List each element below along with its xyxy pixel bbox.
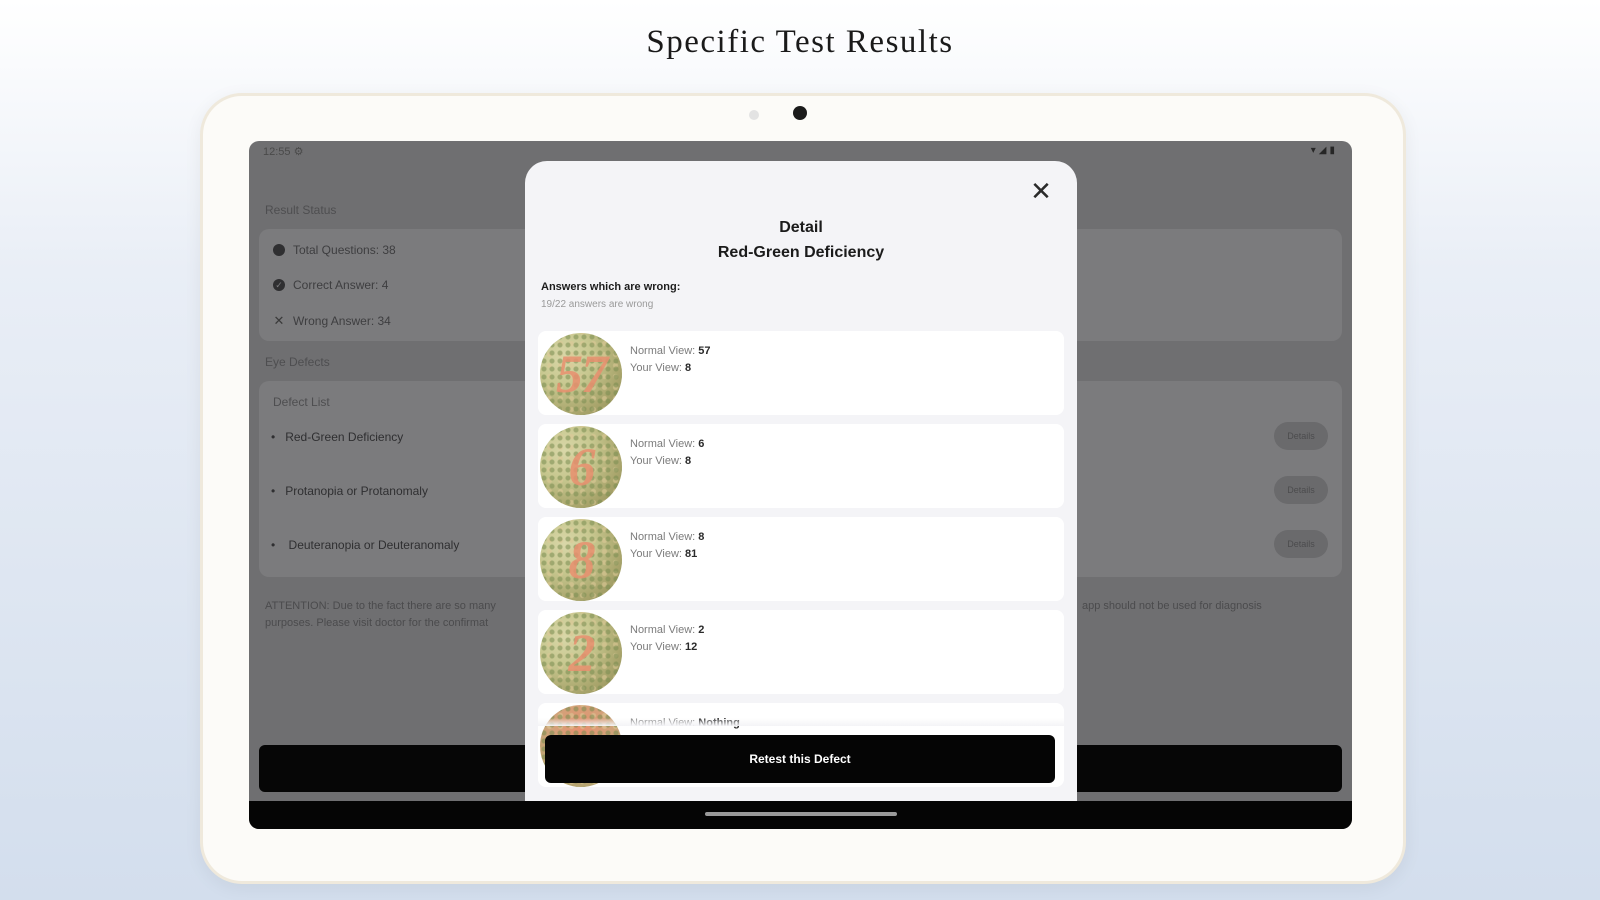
your-view-label: Your View:: [630, 455, 682, 467]
navigation-bar: [249, 801, 1352, 829]
normal-view-label: Normal View:: [630, 438, 696, 450]
wrong-answers-count: 19/22 answers are wrong: [541, 299, 654, 310]
normal-view-label: Normal View:: [630, 531, 696, 543]
details-button[interactable]: Details: [1274, 476, 1328, 504]
plate-number: 2: [568, 623, 596, 683]
wrong-answers-heading: Answers which are wrong:: [541, 281, 681, 293]
your-view-value: 81: [685, 548, 698, 560]
attention-text-left: ATTENTION: Due to the fact there are so …: [265, 598, 496, 632]
close-icon[interactable]: ✕: [1027, 177, 1055, 205]
defect-item: • Deuteranopia or Deuteranomaly: [271, 538, 460, 552]
item-text: Normal View: 2 Your View: 12: [630, 622, 704, 656]
normal-view-value: 8: [698, 531, 705, 543]
list-item: 57 Normal View: 57 Your View: 8: [538, 331, 1064, 415]
stat-total-text: Total Questions: 38: [293, 243, 396, 257]
status-icons: ▾◢▮: [1310, 145, 1338, 156]
normal-view-value: 57: [698, 345, 711, 357]
page-title: Specific Test Results: [646, 24, 954, 60]
list-item: 2 Normal View: 2 Your View: 12: [538, 610, 1064, 694]
defect-list-label: Defect List: [273, 395, 330, 409]
attention-line: purposes. Please visit doctor for the co…: [265, 617, 489, 629]
your-view-label: Your View:: [630, 641, 682, 653]
wrong-answers-list[interactable]: 57 Normal View: 57 Your View: 8 6 Normal…: [538, 331, 1064, 801]
ishihara-plate-image: 2: [540, 612, 622, 694]
details-button[interactable]: Details: [1274, 530, 1328, 558]
item-text: Normal View: 6 Your View: 8: [630, 436, 704, 470]
ishihara-plate-image: 57: [540, 333, 622, 415]
details-button[interactable]: Details: [1274, 422, 1328, 450]
stat-wrong-text: Wrong Answer: 34: [293, 314, 391, 328]
list-clip-edge: [525, 718, 1077, 726]
check-circle-icon: ✓: [273, 279, 285, 291]
home-indicator[interactable]: [705, 812, 897, 816]
your-view-value: 8: [685, 362, 692, 374]
normal-view-value: 2: [698, 624, 705, 636]
dialog-title-line1: Detail: [779, 219, 823, 236]
camera-dot: [793, 106, 807, 120]
eye-defects-label: Eye Defects: [265, 355, 330, 369]
your-view-value: 8: [685, 455, 692, 467]
normal-view-label: Normal View:: [630, 624, 696, 636]
stat-correct: ✓ Correct Answer: 4: [273, 278, 388, 292]
attention-line: ATTENTION: Due to the fact there are so …: [265, 600, 496, 612]
your-view-value: 12: [685, 641, 698, 653]
result-status-label: Result Status: [265, 203, 337, 217]
retest-defect-button[interactable]: Retest this Defect: [545, 735, 1055, 783]
normal-view-value: 6: [698, 438, 705, 450]
normal-view-label: Normal View:: [630, 345, 696, 357]
defect-name: Deuteranopia or Deuteranomaly: [288, 538, 460, 552]
stat-total: Total Questions: 38: [273, 243, 396, 257]
your-view-label: Your View:: [630, 548, 682, 560]
plate-number: 57: [556, 344, 608, 404]
dialog-title-line2: Red-Green Deficiency: [717, 244, 885, 261]
attention-text-right: app should not be used for diagnosis: [1082, 598, 1262, 615]
dialog-title: Detail Red-Green Deficiency: [525, 215, 1077, 265]
list-item: 6 Normal View: 6 Your View: 8: [538, 424, 1064, 508]
defect-name: Protanopia or Protanomaly: [285, 484, 428, 498]
status-time: 12:55 ⚙: [263, 146, 304, 158]
page-indicator-dot: [749, 110, 759, 120]
stat-correct-text: Correct Answer: 4: [293, 278, 389, 292]
defect-item: • Protanopia or Protanomaly: [271, 484, 428, 498]
defect-item: • Red-Green Deficiency: [271, 430, 404, 444]
attention-line: app should not be used for diagnosis: [1082, 600, 1262, 612]
detail-dialog: ✕ Detail Red-Green Deficiency Answers wh…: [525, 161, 1077, 801]
plate-number: 6: [568, 437, 596, 497]
status-bar: 12:55 ⚙ ▾◢▮: [263, 145, 1338, 159]
stat-wrong: ✕ Wrong Answer: 34: [273, 313, 391, 329]
ishihara-plate-image: 6: [540, 426, 622, 508]
info-icon: [273, 244, 285, 256]
plate-number: 8: [568, 530, 596, 590]
your-view-label: Your View:: [630, 362, 682, 374]
item-text: Normal View: 8 Your View: 81: [630, 529, 704, 563]
defect-name: Red-Green Deficiency: [285, 430, 404, 444]
ishihara-plate-image: 8: [540, 519, 622, 601]
list-item: 8 Normal View: 8 Your View: 81: [538, 517, 1064, 601]
close-icon: ✕: [273, 313, 285, 328]
item-text: Normal View: 57 Your View: 8: [630, 343, 711, 377]
